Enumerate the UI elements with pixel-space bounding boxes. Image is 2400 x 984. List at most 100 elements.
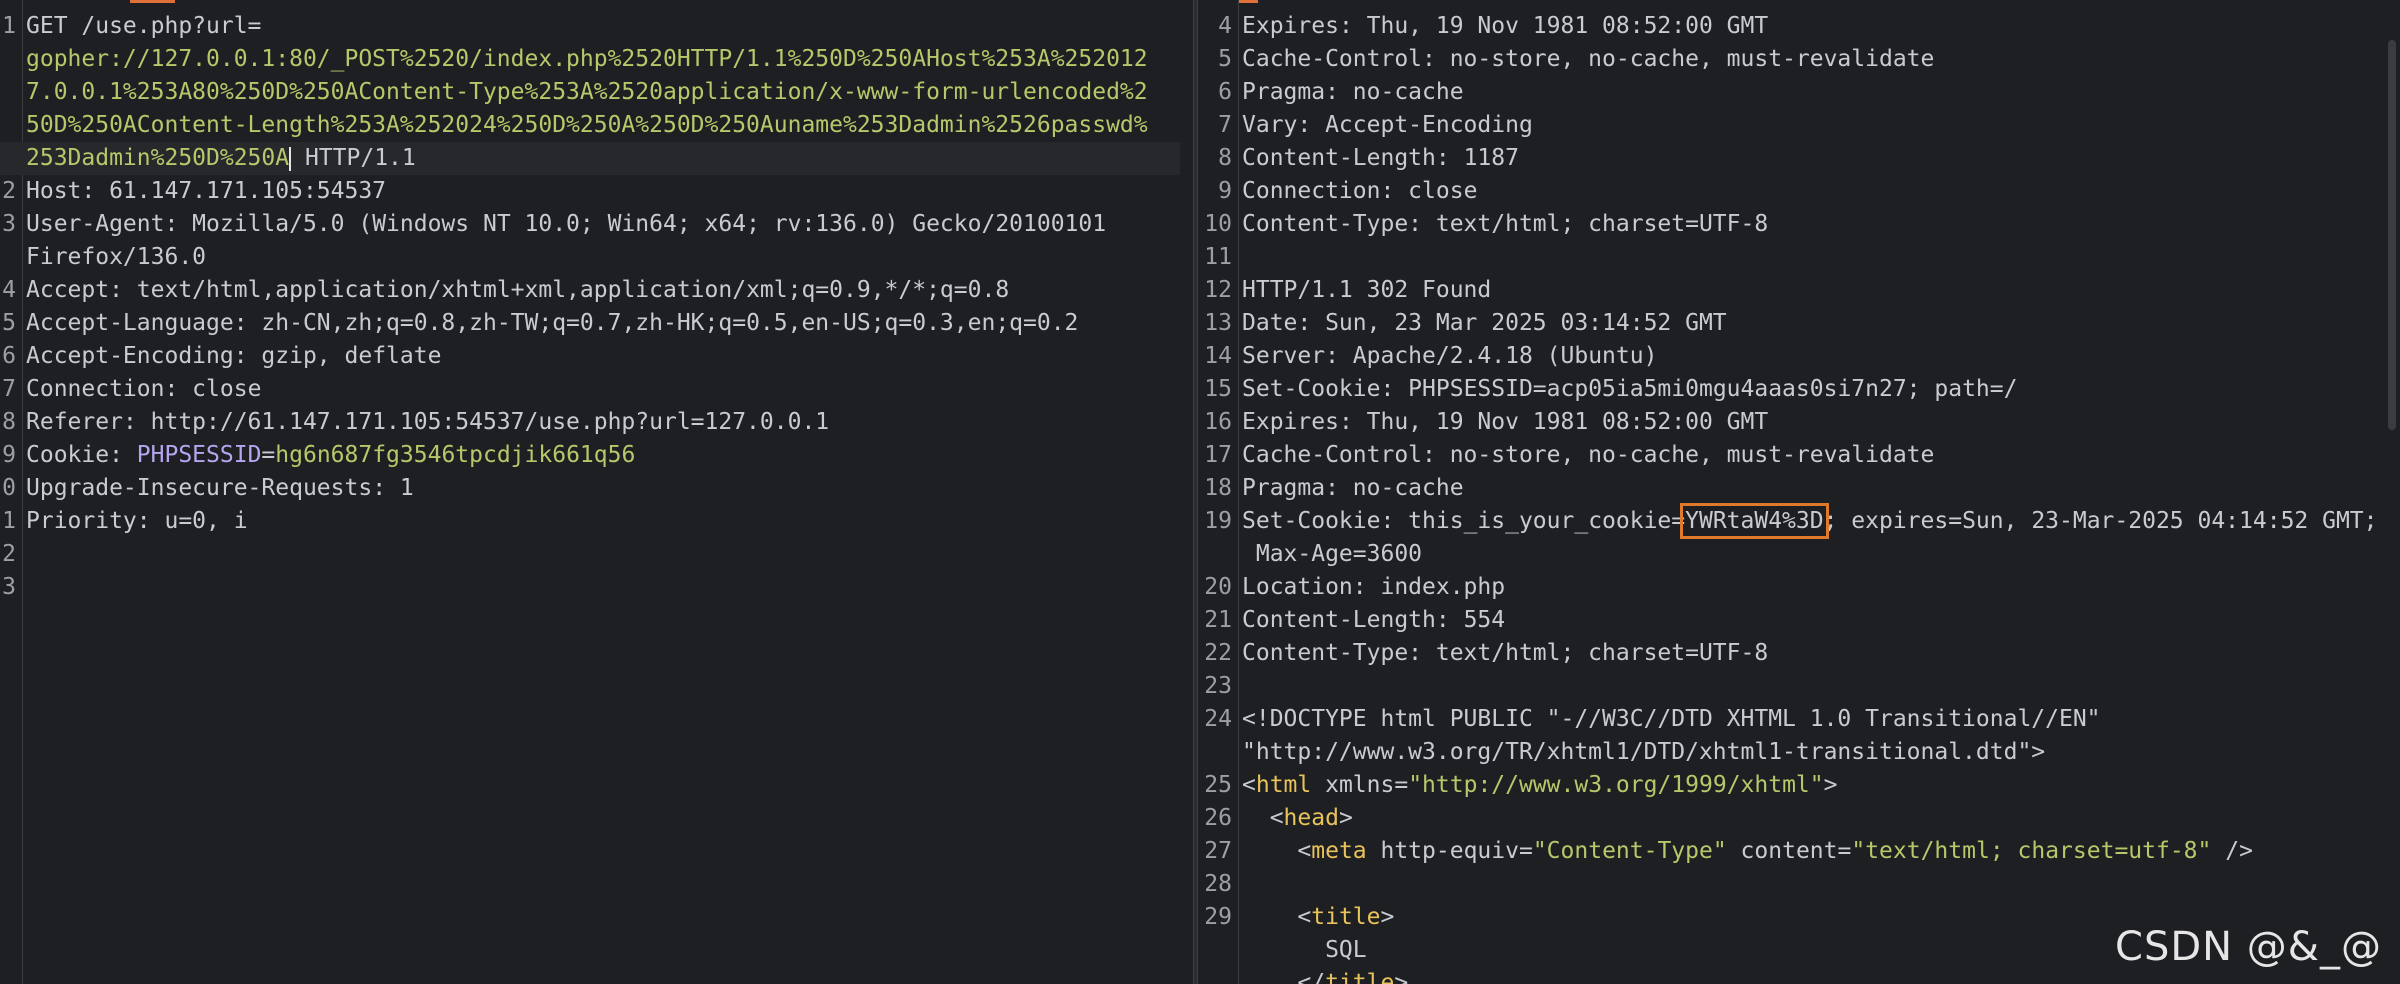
request-line[interactable]: 9 Cookie: PHPSESSID=hg6n687fg3546tpcdjik6… <box>0 439 1180 472</box>
request-line[interactable]: 1 Priority: u=0, i <box>0 505 1180 538</box>
line-number: 7 <box>1218 112 1232 138</box>
token: > <box>1823 772 1838 798</box>
token: : gzip, deflate <box>233 343 442 369</box>
response-line[interactable]: 27 <meta http-equiv="Content-Type" conte… <box>1198 835 2388 868</box>
line-text: User-Agent: Mozilla/5.0 (Windows NT 10.0… <box>26 208 1106 241</box>
response-line[interactable]: 7 Vary: Accept-Encoding <box>1198 109 2388 142</box>
response-line[interactable]: 28 <box>1198 868 2388 901</box>
line-text: 253Dadmin%250D%250A HTTP/1.1 <box>26 142 416 175</box>
token: : Accept-Encoding <box>1297 112 1533 138</box>
response-scrollbar[interactable] <box>2388 40 2396 430</box>
request-line[interactable]: 3 User-Agent: Mozilla/5.0 (Windows NT 10.… <box>0 208 1180 241</box>
line-text: "http://www.w3.org/TR/xhtml1/DTD/xhtml1-… <box>1242 736 2045 769</box>
response-line[interactable]: Max-Age=3600 <box>1198 538 2388 571</box>
token: /> <box>2211 838 2253 864</box>
line-number: 19 <box>1204 508 1232 534</box>
token: > <box>1338 805 1353 831</box>
request-line[interactable]: 8 Referer: http://61.147.171.105:54537/us… <box>0 406 1180 439</box>
token: User-Agent <box>26 211 165 237</box>
response-line[interactable]: 14 Server: Apache/2.4.18 (Ubuntu) <box>1198 340 2388 373</box>
response-line[interactable]: 15 Set-Cookie: PHPSESSID=acp05ia5mi0mgu4a… <box>1198 373 2388 406</box>
token: < <box>1242 904 1312 930</box>
token: Connection <box>1242 178 1381 204</box>
request-line[interactable]: gopher://127.0.0.1:80/_POST%2520/index.p… <box>0 43 1180 76</box>
response-line[interactable]: 26 <head> <box>1198 802 2388 835</box>
response-code-lines[interactable]: 4 Expires: Thu, 19 Nov 1981 08:52:00 GMT 5… <box>1198 10 2388 984</box>
response-line[interactable]: 11 <box>1198 241 2388 274</box>
request-editor-pane[interactable]: 1 GET /use.php?url= gopher://127.0.0.1:80/… <box>0 0 1193 984</box>
request-line[interactable]: 0 Upgrade-Insecure-Requests: 1 <box>0 472 1180 505</box>
request-line[interactable]: 2 Host: 61.147.171.105:54537 <box>0 175 1180 208</box>
line-number: 17 <box>1204 442 1232 468</box>
response-line[interactable]: 25 <html xmlns="http://www.w3.org/1999/xh… <box>1198 769 2388 802</box>
request-line[interactable]: 50D%250AContent-Length%253A%252024%250D%… <box>0 109 1180 142</box>
response-line[interactable]: 4 Expires: Thu, 19 Nov 1981 08:52:00 GMT <box>1198 10 2388 43</box>
token: 7.0.0.1%253A80%250D%250AContent-Type%253… <box>26 79 1148 105</box>
response-line[interactable]: 18 Pragma: no-cache <box>1198 472 2388 505</box>
request-line[interactable]: 3 <box>0 571 1180 604</box>
line-number: 7 <box>2 376 16 402</box>
line-number: 8 <box>2 409 16 435</box>
line-text: 7.0.0.1%253A80%250D%250AContent-Type%253… <box>26 76 1148 109</box>
response-line[interactable]: "http://www.w3.org/TR/xhtml1/DTD/xhtml1-… <box>1198 736 2388 769</box>
request-line[interactable]: 7 Connection: close <box>0 373 1180 406</box>
line-number: 3 <box>2 574 16 600</box>
response-line[interactable]: 6 Pragma: no-cache <box>1198 76 2388 109</box>
response-line[interactable]: 9 Connection: close <box>1198 175 2388 208</box>
response-viewer-pane[interactable]: 4 Expires: Thu, 19 Nov 1981 08:52:00 GMT 5… <box>1198 0 2400 984</box>
request-line[interactable]: 253Dadmin%250D%250A HTTP/1.1 <box>0 142 1180 175</box>
line-number: 23 <box>1204 673 1232 699</box>
line-text: GET /use.php?url= <box>26 10 261 43</box>
token: = <box>1394 772 1409 798</box>
token: "Content-Type" <box>1532 838 1727 864</box>
token: hg6n687fg3546tpcdjik661q56 <box>275 442 636 468</box>
line-number: 0 <box>2 475 16 501</box>
token: Vary <box>1242 112 1298 138</box>
response-line[interactable]: 24 <!DOCTYPE html PUBLIC "-//W3C//DTD XHT… <box>1198 703 2388 736</box>
response-line[interactable]: 21 Content-Length: 554 <box>1198 604 2388 637</box>
line-number: 11 <box>1204 244 1232 270</box>
line-number: 9 <box>1218 178 1232 204</box>
token: Date <box>1242 310 1298 336</box>
request-code-lines[interactable]: 1 GET /use.php?url= gopher://127.0.0.1:80/… <box>0 10 1180 604</box>
token: = <box>1837 838 1852 864</box>
request-line[interactable]: 5 Accept-Language: zh-CN,zh;q=0.8,zh-TW;q… <box>0 307 1180 340</box>
line-text: Vary: Accept-Encoding <box>1242 109 1533 142</box>
line-number: 5 <box>2 310 16 336</box>
line-number: 3 <box>2 211 16 237</box>
token: HTTP/1.1 302 Found <box>1242 277 1492 303</box>
response-line[interactable]: 16 Expires: Thu, 19 Nov 1981 08:52:00 GMT <box>1198 406 2388 439</box>
response-line[interactable]: 20 Location: index.php <box>1198 571 2388 604</box>
response-line[interactable]: 12 HTTP/1.1 302 Found <box>1198 274 2388 307</box>
token: = <box>261 442 276 468</box>
request-line[interactable]: 2 <box>0 538 1180 571</box>
token: < <box>1242 838 1312 864</box>
token: Accept <box>26 277 110 303</box>
response-line[interactable]: 10 Content-Type: text/html; charset=UTF-8 <box>1198 208 2388 241</box>
response-line[interactable]: 22 Content-Type: text/html; charset=UTF-8 <box>1198 637 2388 670</box>
response-line[interactable]: 23 <box>1198 670 2388 703</box>
response-line[interactable]: 5 Cache-Control: no-store, no-cache, must… <box>1198 43 2388 76</box>
line-text: Expires: Thu, 19 Nov 1981 08:52:00 GMT <box>1242 406 1768 439</box>
token: : Thu, 19 Nov 1981 08:52:00 GMT <box>1338 409 1769 435</box>
request-line[interactable]: Firefox/136.0 <box>0 241 1180 274</box>
response-line[interactable]: 8 Content-Length: 1187 <box>1198 142 2388 175</box>
request-line[interactable]: 4 Accept: text/html,application/xhtml+xml… <box>0 274 1180 307</box>
request-line[interactable]: 7.0.0.1%253A80%250D%250AContent-Type%253… <box>0 76 1180 109</box>
token: Content-Type <box>1242 211 1409 237</box>
token: head <box>1283 805 1339 831</box>
response-line[interactable]: 13 Date: Sun, 23 Mar 2025 03:14:52 GMT <box>1198 307 2388 340</box>
line-number: 25 <box>1204 772 1232 798</box>
request-tab-indicator <box>130 0 175 3</box>
response-line[interactable]: 17 Cache-Control: no-store, no-cache, mus… <box>1198 439 2388 472</box>
request-line[interactable]: 6 Accept-Encoding: gzip, deflate <box>0 340 1180 373</box>
token: Accept-Language <box>26 310 234 336</box>
line-text: <meta http-equiv="Content-Type" content=… <box>1242 835 2253 868</box>
line-number: 14 <box>1204 343 1232 369</box>
highlighted-cookie-value: YWRtaW4%3D <box>1680 503 1829 539</box>
request-line[interactable]: 1 GET /use.php?url= <box>0 10 1180 43</box>
token: title <box>1325 970 1395 984</box>
response-line[interactable]: 19 Set-Cookie: this_is_your_cookie=YWRtaW… <box>1198 503 2388 539</box>
line-text: Date: Sun, 23 Mar 2025 03:14:52 GMT <box>1242 307 1727 340</box>
line-number: 15 <box>1204 376 1232 402</box>
